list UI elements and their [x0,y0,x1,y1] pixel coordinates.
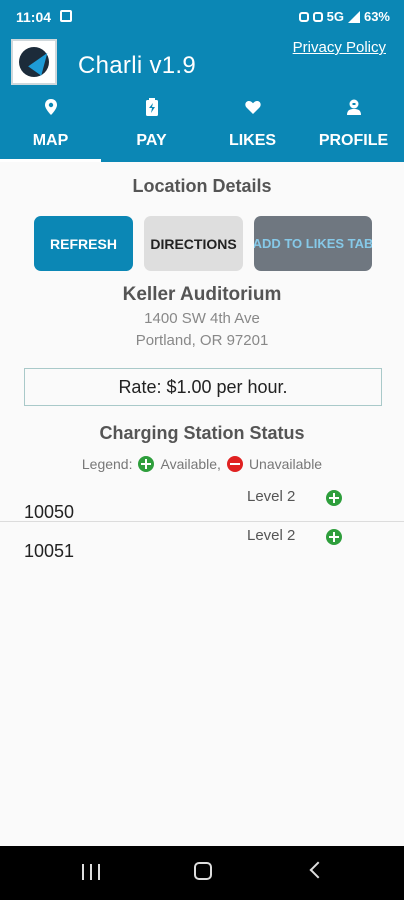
back-icon[interactable] [309,861,327,879]
home-icon[interactable] [194,862,212,880]
location-details-heading: Location Details [132,176,272,196]
lightning-bolt-icon [28,48,54,76]
station-level: Level 2 [247,488,296,505]
tab-likes-label: LIKES [228,132,277,149]
unavailable-minus-icon [226,456,243,472]
tab-map-label: MAP [32,132,69,149]
venue-address-line2: Portland, OR 97201 [135,332,269,349]
directions-button[interactable]: DIRECTIONS [144,216,243,271]
tab-pay[interactable]: PAY [101,90,202,162]
available-plus-icon [326,529,342,545]
available-plus-icon [326,490,342,506]
map-pin-icon [44,99,57,115]
heart-icon [244,100,261,114]
sync-icon [312,11,323,22]
station-row[interactable]: 10050 Level 2 [0,486,404,526]
legend-available: Available, [160,456,221,472]
tab-profile[interactable]: PROFILE [303,90,404,162]
logo-circle-icon [19,47,54,77]
add-to-likes-button[interactable]: ADD TO LIKES TAB [254,216,372,271]
charli-logo [11,39,57,85]
app-header: Charli v1.9 Privacy Policy MAP PAY LIKES [0,34,404,162]
status-time: 11:04 [16,9,52,25]
tab-pay-label: PAY [136,132,167,149]
status-indicators: 5G 63% [298,9,390,24]
status-bar: 11:04 5G 63% [0,0,404,34]
tab-profile-label: PROFILE [318,132,389,149]
app-title: Charli v1.9 [78,52,197,79]
recents-icon[interactable] [82,864,100,880]
privacy-policy-link[interactable]: Privacy Policy [293,39,386,56]
tab-map[interactable]: MAP [0,90,101,162]
battery-level: 63% [363,9,390,24]
tab-bar: MAP PAY LIKES PROFILE [0,90,404,162]
alarm-icon [298,11,309,22]
network-type: 5G [326,9,344,24]
row-divider [0,521,404,522]
station-row[interactable]: 10051 Level 2 [0,525,404,565]
active-tab-indicator [0,159,101,162]
charging-status-heading: Charging Station Status [99,423,305,443]
tab-likes[interactable]: LIKES [202,90,303,162]
refresh-button[interactable]: REFRESH [34,216,133,271]
station-id: 10051 [24,541,75,561]
station-id: 10050 [24,502,75,522]
rate-display: Rate: $1.00 per hour. [24,368,382,406]
available-plus-icon [138,456,155,472]
venue-address-line1: 1400 SW 4th Ave [144,310,260,327]
venue-name: Keller Auditorium [122,284,282,305]
legend-unavailable: Unavailable [248,456,323,472]
legend: Legend: Available, Unavailable [0,456,404,472]
gallery-notification-icon [60,10,72,22]
person-icon [346,99,361,115]
system-nav-bar [0,846,404,900]
rate-text: Rate: $1.00 per hour. [118,376,288,397]
battery-icon [145,98,158,116]
station-level: Level 2 [247,527,296,544]
legend-label: Legend: [81,456,133,472]
signal-icon [347,10,360,23]
